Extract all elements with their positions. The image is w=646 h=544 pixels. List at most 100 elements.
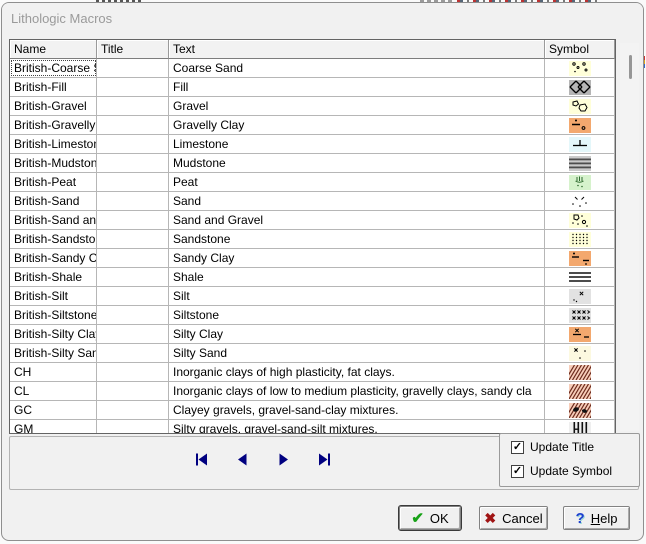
cell-title[interactable] (97, 249, 169, 267)
cell-text[interactable]: Sandy Clay (169, 249, 545, 267)
table-row[interactable]: British-Silty Clay Silty Clay (10, 325, 615, 344)
cell-symbol[interactable] (545, 325, 615, 343)
cell-text[interactable]: Shale (169, 268, 545, 286)
cell-title[interactable] (97, 97, 169, 115)
cell-symbol[interactable] (545, 173, 615, 191)
vertical-scrollbar[interactable] (620, 43, 639, 431)
cell-title[interactable] (97, 325, 169, 343)
cell-name[interactable]: British-Fill (10, 78, 97, 96)
cell-text[interactable]: Clayey gravels, gravel-sand-clay mixture… (169, 401, 545, 419)
cell-symbol[interactable] (545, 420, 615, 434)
cell-symbol[interactable] (545, 230, 615, 248)
table-row[interactable]: British-Fill Fill (10, 78, 615, 97)
cancel-button[interactable]: ✖ Cancel (479, 506, 548, 530)
cell-name[interactable]: British-Silty Clay (10, 325, 97, 343)
cell-title[interactable] (97, 382, 169, 400)
cell-symbol[interactable] (545, 382, 615, 400)
cell-name[interactable]: British-Sandy Clay (10, 249, 97, 267)
cell-text[interactable]: Inorganic clays of high plasticity, fat … (169, 363, 545, 381)
update-symbol-checkbox[interactable]: ✓ (511, 465, 524, 478)
cell-name[interactable]: CH (10, 363, 97, 381)
cell-symbol[interactable] (545, 97, 615, 115)
cell-name[interactable]: British-Coarse Sand (10, 59, 97, 77)
cell-text[interactable]: Silty Sand (169, 344, 545, 362)
cell-symbol[interactable] (545, 268, 615, 286)
update-title-checkbox[interactable]: ✓ (511, 441, 524, 454)
cell-symbol[interactable] (545, 192, 615, 210)
cell-name[interactable]: British-Gravel (10, 97, 97, 115)
cell-text[interactable]: Peat (169, 173, 545, 191)
table-row[interactable]: British-Sand and Gravel Sand and Gravel (10, 211, 615, 230)
table-row[interactable]: British-Coarse Sand Coarse Sand (10, 59, 615, 78)
ok-button[interactable]: ✔ OK (399, 506, 461, 530)
column-header-name[interactable]: Name (10, 40, 97, 59)
table-row[interactable]: GMSilty gravels, gravel-sand-silt mixtur… (10, 420, 615, 434)
cell-name[interactable]: British-Silt (10, 287, 97, 305)
cell-symbol[interactable] (545, 287, 615, 305)
cell-name[interactable]: British-Sandstone (10, 230, 97, 248)
table-row[interactable]: British-Gravelly ClayGravelly Clay (10, 116, 615, 135)
cell-text[interactable]: Silty Clay (169, 325, 545, 343)
cell-text[interactable]: Fill (169, 78, 545, 96)
cell-symbol[interactable] (545, 59, 615, 77)
cell-name[interactable]: British-Siltstone (10, 306, 97, 324)
cell-title[interactable] (97, 173, 169, 191)
cell-name[interactable]: British-Limestone (10, 135, 97, 153)
cell-title[interactable] (97, 78, 169, 96)
table-row[interactable]: British-Gravel Gravel (10, 97, 615, 116)
cell-name[interactable]: GM (10, 420, 97, 434)
cell-name[interactable]: British-Mudstone (10, 154, 97, 172)
cell-symbol[interactable] (545, 135, 615, 153)
cell-title[interactable] (97, 154, 169, 172)
table-row[interactable]: British-Sandstone Sandstone (10, 230, 615, 249)
cell-name[interactable]: GC (10, 401, 97, 419)
cell-title[interactable] (97, 59, 169, 77)
table-row[interactable]: GC Clayey gravels, gravel-sand-clay mixtu… (10, 401, 615, 420)
table-row[interactable]: British-Shale Shale (10, 268, 615, 287)
cell-name[interactable]: CL (10, 382, 97, 400)
cell-name[interactable]: British-Gravelly Clay (10, 116, 97, 134)
cell-name[interactable]: British-Silty Sand (10, 344, 97, 362)
table-row[interactable]: British-Siltstone Siltstone (10, 306, 615, 325)
cell-name[interactable]: British-Sand and Gravel (10, 211, 97, 229)
cell-name[interactable]: British-Shale (10, 268, 97, 286)
table-row[interactable]: British-PeatPeat (10, 173, 615, 192)
cell-text[interactable]: Gravel (169, 97, 545, 115)
first-record-button[interactable] (194, 452, 208, 466)
cell-text[interactable]: Limestone (169, 135, 545, 153)
cell-title[interactable] (97, 401, 169, 419)
table-row[interactable]: British-Sand Sand (10, 192, 615, 211)
scrollbar-thumb[interactable] (629, 55, 632, 79)
column-header-text[interactable]: Text (169, 40, 545, 59)
cell-text[interactable]: Coarse Sand (169, 59, 545, 77)
table-row[interactable]: British-Silty Sand Silty Sand (10, 344, 615, 363)
cell-title[interactable] (97, 268, 169, 286)
cell-title[interactable] (97, 363, 169, 381)
cell-title[interactable] (97, 116, 169, 134)
cell-name[interactable]: British-Sand (10, 192, 97, 210)
cell-symbol[interactable] (545, 211, 615, 229)
column-header-title[interactable]: Title (97, 40, 169, 59)
cell-symbol[interactable] (545, 363, 615, 381)
cell-title[interactable] (97, 135, 169, 153)
cell-title[interactable] (97, 306, 169, 324)
cell-text[interactable]: Sand and Gravel (169, 211, 545, 229)
next-record-button[interactable] (276, 452, 290, 466)
cell-symbol[interactable] (545, 154, 615, 172)
cell-text[interactable]: Siltstone (169, 306, 545, 324)
table-row[interactable]: British-Limestone Limestone (10, 135, 615, 154)
cell-symbol[interactable] (545, 344, 615, 362)
cell-title[interactable] (97, 344, 169, 362)
table-row[interactable]: British-SiltSilt (10, 287, 615, 306)
table-row[interactable]: British-Sandy Clay Sandy Clay (10, 249, 615, 268)
cell-text[interactable]: Sand (169, 192, 545, 210)
cell-title[interactable] (97, 192, 169, 210)
table-row[interactable]: CH Inorganic clays of high plasticity, fa… (10, 363, 615, 382)
table-row[interactable]: British-Mudstone Mudstone (10, 154, 615, 173)
last-record-button[interactable] (317, 452, 331, 466)
cell-symbol[interactable] (545, 78, 615, 96)
cell-text[interactable]: Sandstone (169, 230, 545, 248)
cell-text[interactable]: Mudstone (169, 154, 545, 172)
cell-title[interactable] (97, 287, 169, 305)
cell-title[interactable] (97, 230, 169, 248)
